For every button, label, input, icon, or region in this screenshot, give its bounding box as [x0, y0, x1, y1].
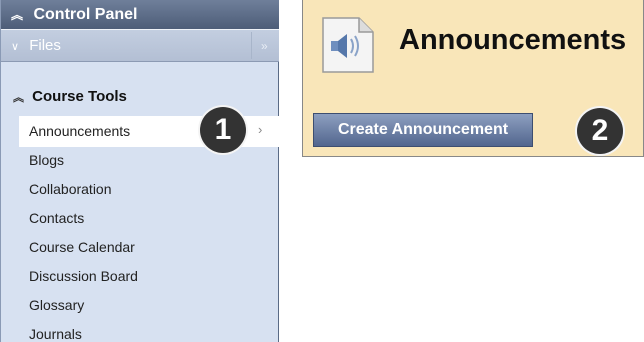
files-label: Files — [29, 37, 61, 54]
double-chevron-down-icon: ∨ — [11, 41, 20, 53]
sidebar-item-blogs[interactable]: Blogs — [29, 152, 64, 168]
sidebar-item-course-calendar[interactable]: Course Calendar — [29, 239, 135, 255]
sidebar-item-collaboration[interactable]: Collaboration — [29, 181, 112, 197]
divider — [251, 32, 252, 59]
course-tools-title: Course Tools — [32, 88, 127, 105]
create-announcement-button[interactable]: Create Announcement — [313, 113, 533, 147]
sidebar-item-contacts[interactable]: Contacts — [29, 210, 84, 226]
speaker-document-icon — [322, 17, 374, 73]
double-chevron-up-icon: ︽ — [13, 92, 24, 104]
double-chevron-up-icon: ︽ — [11, 8, 24, 22]
callout-badge-2: 2 — [577, 108, 623, 154]
control-panel: ︽ Control Panel ∨ Files » ︽ Course Tools… — [0, 0, 279, 342]
page-title: Announcements — [399, 24, 627, 56]
course-tools-header[interactable]: ︽ Course Tools — [13, 88, 127, 105]
sidebar-item-announcements[interactable]: Announcements — [29, 123, 130, 139]
sidebar-item-glossary[interactable]: Glossary — [29, 297, 84, 313]
files-section[interactable]: ∨ Files » — [1, 29, 279, 62]
control-panel-title: Control Panel — [33, 6, 138, 23]
chevron-right-icon: › — [258, 122, 263, 137]
double-chevron-right-icon[interactable]: » — [261, 30, 268, 62]
sidebar-item-discussion-board[interactable]: Discussion Board — [29, 268, 138, 284]
control-panel-header[interactable]: ︽ Control Panel — [1, 0, 279, 29]
sidebar-item-journals[interactable]: Journals — [29, 326, 82, 342]
callout-badge-1: 1 — [200, 107, 246, 153]
